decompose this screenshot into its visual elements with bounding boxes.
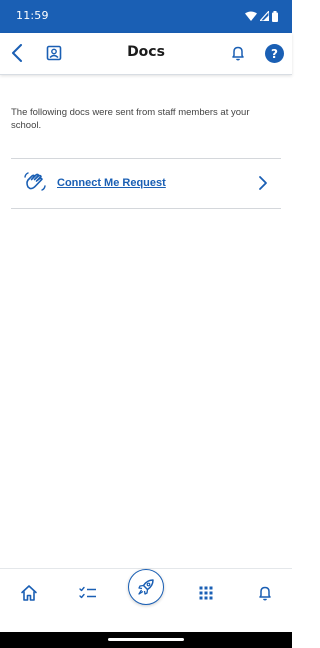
signal-icon bbox=[260, 11, 269, 21]
battery-icon bbox=[272, 10, 278, 22]
rocket-icon bbox=[138, 579, 154, 595]
home-gesture-handle[interactable] bbox=[108, 638, 184, 641]
doc-item-connect-me-request[interactable]: Connect Me Request bbox=[11, 159, 281, 208]
wifi-icon bbox=[245, 11, 257, 21]
waving-hand-icon bbox=[24, 172, 46, 191]
notifications-nav-bell-icon[interactable] bbox=[253, 581, 277, 605]
svg-text:?: ? bbox=[271, 47, 278, 61]
status-icons bbox=[245, 9, 278, 23]
rocket-button[interactable] bbox=[128, 569, 164, 605]
apps-grid-icon[interactable] bbox=[194, 581, 218, 605]
system-nav-bar bbox=[0, 632, 292, 648]
checklist-icon[interactable] bbox=[76, 581, 100, 605]
intro-text: The following docs were sent from staff … bbox=[11, 107, 250, 131]
doc-item-label[interactable]: Connect Me Request bbox=[57, 177, 166, 189]
bottom-nav bbox=[0, 568, 292, 633]
help-icon[interactable]: ? bbox=[263, 42, 285, 64]
divider-bottom bbox=[11, 208, 281, 209]
status-bar: 11:59 bbox=[0, 0, 292, 33]
status-time: 11:59 bbox=[16, 9, 49, 22]
app-header: Docs ? bbox=[0, 33, 292, 75]
chevron-right-icon bbox=[259, 176, 267, 190]
bell-icon[interactable] bbox=[227, 42, 249, 64]
home-icon[interactable] bbox=[17, 581, 41, 605]
